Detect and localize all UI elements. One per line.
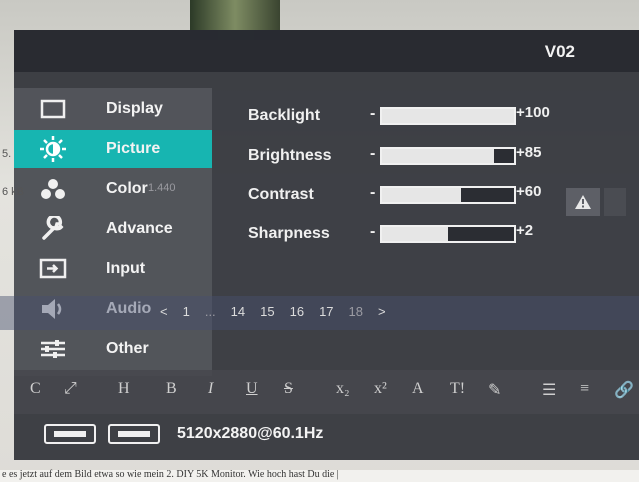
ghost-left-number: 5. bbox=[2, 148, 12, 160]
background-pagination: < 1 ... 14 15 16 17 18 > bbox=[160, 296, 401, 326]
sliders-icon bbox=[38, 337, 68, 361]
pager-page-1[interactable]: 1 bbox=[183, 304, 190, 319]
decrease-contrast[interactable]: - bbox=[370, 184, 375, 202]
toolbar-align[interactable]: ≡ bbox=[580, 380, 589, 398]
displayport-2-icon bbox=[108, 424, 160, 444]
toolbar-strikethrough[interactable]: S bbox=[284, 380, 293, 398]
pager-prev[interactable]: < bbox=[160, 304, 168, 319]
pager-page-17[interactable]: 17 bbox=[319, 304, 333, 319]
menu-label-display: Display bbox=[106, 100, 163, 117]
toolbar-bold[interactable]: B bbox=[166, 380, 177, 398]
menu-item-picture[interactable]: Picture bbox=[14, 130, 212, 168]
toolbar-superscript[interactable]: x² bbox=[374, 380, 387, 398]
osd-menu-sidebar: Display Picture Color 1.440 Advance Inpu… bbox=[14, 88, 212, 376]
pager-page-18[interactable]: 18 bbox=[349, 304, 363, 319]
setting-name-contrast: Contrast bbox=[248, 186, 314, 203]
setting-contrast[interactable]: Contrast - +60 bbox=[248, 182, 588, 212]
pager-page-15[interactable]: 15 bbox=[260, 304, 274, 319]
brightness-value: +85 bbox=[516, 144, 542, 161]
warning-button[interactable] bbox=[566, 188, 600, 216]
toolbar-italic[interactable]: I bbox=[208, 380, 213, 398]
model-label: V02 bbox=[544, 42, 575, 61]
brightness-icon bbox=[38, 136, 68, 162]
pager-next[interactable]: > bbox=[378, 304, 386, 319]
toolbar-list[interactable]: ☰ bbox=[542, 380, 556, 400]
toolbar-heading[interactable]: H bbox=[118, 380, 130, 398]
ghost-view-count: 1.440 bbox=[148, 182, 176, 194]
warning-icon bbox=[575, 195, 591, 209]
input-icon bbox=[38, 257, 68, 281]
setting-sharpness[interactable]: Sharpness - +2 bbox=[248, 221, 588, 251]
color-dots-icon bbox=[38, 177, 68, 201]
setting-name-backlight: Backlight bbox=[248, 107, 321, 124]
background-post-text: e es jetzt auf dem Bild etwa so wie mein… bbox=[2, 469, 339, 480]
menu-item-input[interactable]: Input bbox=[14, 250, 212, 288]
menu-item-advance[interactable]: Advance bbox=[14, 210, 212, 248]
toolbar-undo[interactable]: C bbox=[30, 380, 41, 398]
resolution-readout: 5120x2880@60.1Hz bbox=[177, 425, 324, 442]
backlight-slider-fill bbox=[382, 109, 514, 123]
displayport-1-icon bbox=[44, 424, 96, 444]
toolbar-underline[interactable]: U bbox=[246, 380, 258, 398]
sharpness-slider-fill bbox=[382, 227, 448, 241]
side-panel-edge bbox=[604, 188, 626, 216]
brightness-slider-fill bbox=[382, 149, 495, 163]
toolbar-clear-format[interactable]: ✎ bbox=[488, 380, 501, 400]
menu-label-color: Color bbox=[106, 180, 148, 197]
setting-brightness[interactable]: Brightness - +85 bbox=[248, 143, 588, 173]
decrease-brightness[interactable]: - bbox=[370, 145, 375, 163]
menu-item-other[interactable]: Other bbox=[14, 330, 212, 368]
setting-backlight[interactable]: Backlight - +100 bbox=[248, 103, 588, 133]
toolbar-font-color[interactable]: A bbox=[412, 380, 424, 398]
menu-item-color[interactable]: Color 1.440 bbox=[14, 170, 212, 208]
backlight-value: +100 bbox=[516, 104, 550, 121]
sharpness-value: +2 bbox=[516, 222, 534, 239]
display-icon bbox=[38, 97, 68, 121]
toolbar-subscript[interactable]: x₂ bbox=[336, 380, 350, 398]
menu-label-input: Input bbox=[106, 260, 146, 277]
menu-label-picture: Picture bbox=[106, 140, 161, 157]
decrease-backlight[interactable]: - bbox=[370, 105, 375, 123]
menu-label-other: Other bbox=[106, 340, 149, 357]
osd-header: V02 bbox=[14, 30, 639, 72]
setting-name-sharpness: Sharpness bbox=[248, 225, 330, 242]
toolbar-link[interactable]: 🔗 bbox=[614, 380, 634, 400]
wrench-icon bbox=[38, 216, 68, 241]
pager-page-14[interactable]: 14 bbox=[231, 304, 245, 319]
contrast-value: +60 bbox=[516, 183, 542, 200]
pager-page-16[interactable]: 16 bbox=[290, 304, 304, 319]
setting-name-brightness: Brightness bbox=[248, 147, 332, 164]
sharpness-slider[interactable] bbox=[380, 225, 516, 243]
contrast-slider[interactable] bbox=[380, 186, 516, 204]
brightness-slider[interactable] bbox=[380, 147, 516, 165]
backlight-slider[interactable] bbox=[380, 107, 516, 125]
toolbar-font-size[interactable]: T! bbox=[450, 380, 465, 398]
ghost-left-size: 6 kB bbox=[2, 186, 25, 198]
contrast-slider-fill bbox=[382, 188, 462, 202]
menu-item-display[interactable]: Display bbox=[14, 90, 212, 128]
toolbar-expand[interactable]: ⤢ bbox=[64, 380, 77, 398]
pager-ellipsis: ... bbox=[204, 303, 216, 319]
decrease-sharpness[interactable]: - bbox=[370, 223, 375, 241]
menu-label-advance: Advance bbox=[106, 220, 173, 237]
